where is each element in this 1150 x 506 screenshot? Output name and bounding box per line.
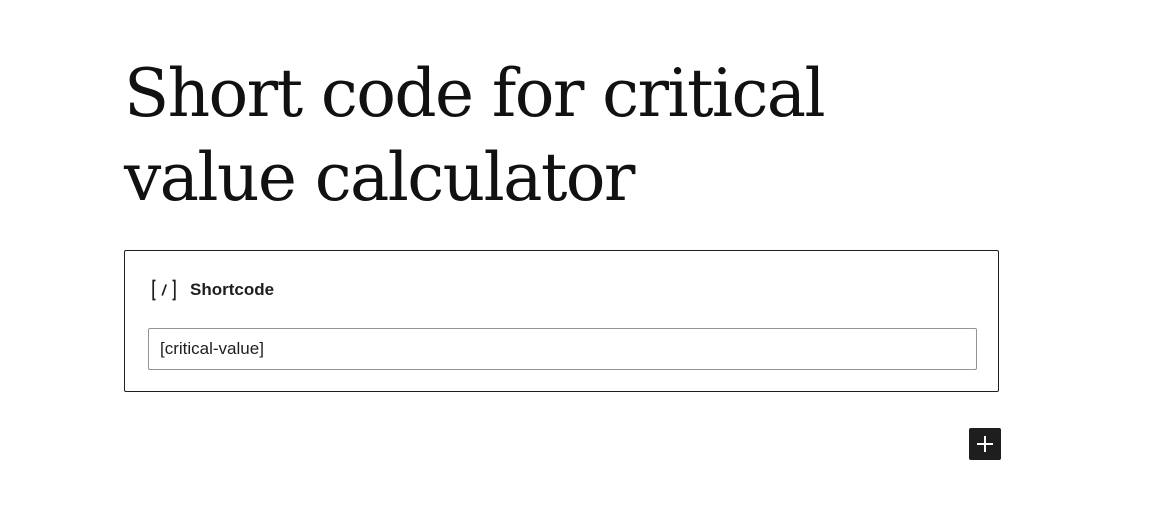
shortcode-icon: [152, 278, 176, 302]
shortcode-input[interactable]: [148, 328, 977, 370]
block-label: Shortcode: [190, 280, 275, 299]
block-header: Shortcode: [152, 278, 274, 302]
shortcode-block[interactable]: Shortcode: [124, 250, 999, 392]
plus-icon: [973, 432, 997, 456]
page-title[interactable]: Short code for critical value calculator: [124, 52, 1004, 220]
add-block-button[interactable]: [969, 428, 1001, 460]
